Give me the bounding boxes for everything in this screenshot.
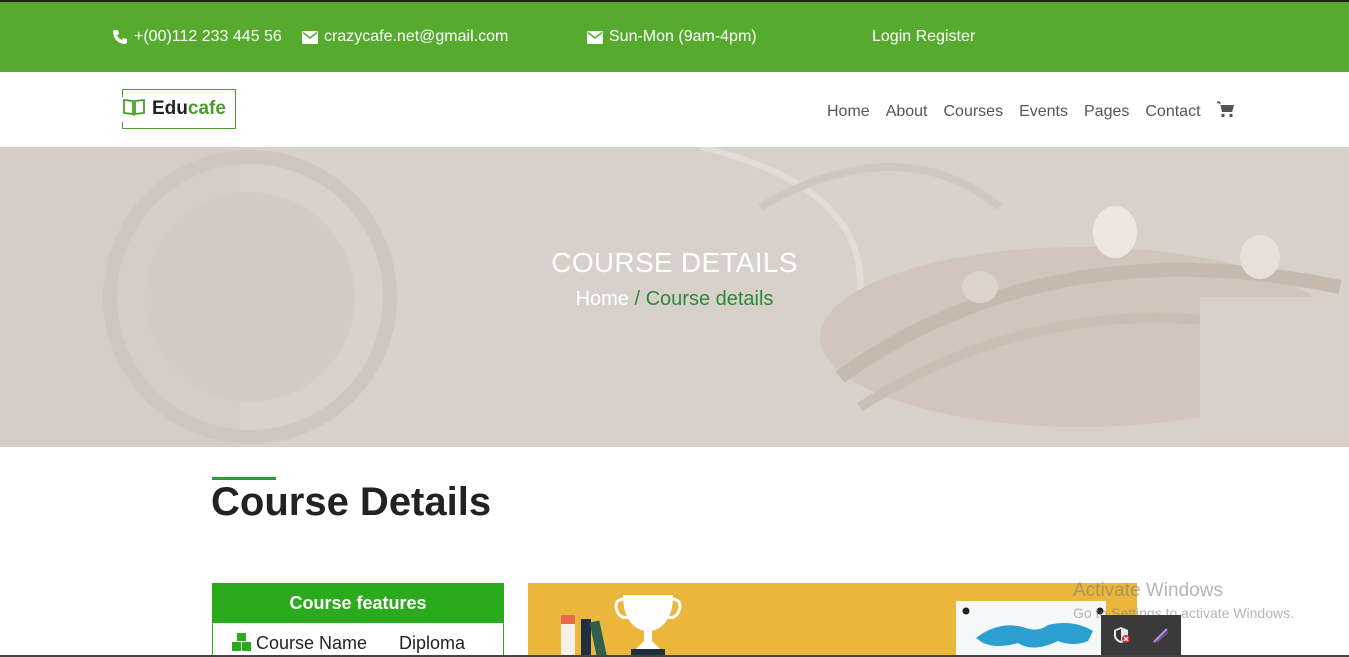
section-title: Course Details — [211, 480, 492, 524]
shopping-cart-icon[interactable] — [1216, 101, 1235, 123]
course-illustration — [561, 595, 1106, 657]
nav-courses[interactable]: Courses — [944, 103, 1004, 121]
site-logo[interactable]: Educafe — [122, 89, 236, 129]
login-register-link[interactable]: Login Register — [872, 28, 975, 46]
nav-about[interactable]: About — [886, 103, 928, 121]
opening-hours: Sun-Mon (9am-4pm) — [587, 28, 757, 46]
top-info-bar: +(00)112 233 445 56 crazycafe.net@gmail.… — [0, 0, 1349, 72]
book-open-icon — [122, 96, 146, 122]
hero-title: COURSE DETAILS — [551, 247, 798, 278]
email-contact[interactable]: crazycafe.net@gmail.com — [302, 28, 508, 46]
feature-value: Diploma — [399, 633, 466, 653]
feature-row: Course Name Diploma — [213, 623, 503, 657]
course-features-heading: Course features — [213, 584, 503, 623]
nav-pages[interactable]: Pages — [1084, 103, 1129, 121]
nav-home[interactable]: Home — [827, 103, 870, 121]
security-shield-icon[interactable] — [1111, 625, 1131, 650]
phone-icon — [112, 29, 128, 45]
nav-menu: Home About Courses Events Pages Contact — [827, 101, 1235, 123]
envelope-icon — [587, 30, 603, 44]
nav-events[interactable]: Events — [1019, 103, 1068, 121]
brand-name-part2: cafe — [187, 98, 226, 119]
brand-name-part1: Edu — [152, 98, 188, 119]
phone-number: +(00)112 233 445 56 — [134, 28, 282, 45]
phone-contact[interactable]: +(00)112 233 445 56 — [112, 28, 282, 46]
feature-label: Course Name — [256, 633, 368, 653]
envelope-icon — [302, 30, 318, 44]
nav-contact[interactable]: Contact — [1145, 103, 1200, 121]
email-address: crazycafe.net@gmail.com — [324, 28, 509, 45]
breadcrumb-home-link[interactable]: Home — [576, 288, 629, 310]
breadcrumb-current: Course details — [645, 288, 774, 310]
hero-banner: COURSE DETAILS Home / Course details — [0, 147, 1349, 447]
main-navbar: Educafe Home About Courses Events Pages … — [0, 72, 1349, 147]
pen-icon[interactable] — [1151, 625, 1171, 650]
breadcrumb-separator: / — [628, 288, 646, 310]
course-features-card: Course features Course Name Diploma — [212, 583, 504, 657]
system-tray — [1101, 615, 1181, 657]
brand-name: Educafe — [152, 98, 226, 120]
breadcrumb: Home / Course details — [0, 288, 1349, 311]
course-image — [528, 583, 1137, 657]
hours-text: Sun-Mon (9am-4pm) — [609, 28, 757, 45]
watermark-line1: Activate Windows — [1073, 580, 1223, 601]
cubes-icon — [232, 633, 252, 656]
